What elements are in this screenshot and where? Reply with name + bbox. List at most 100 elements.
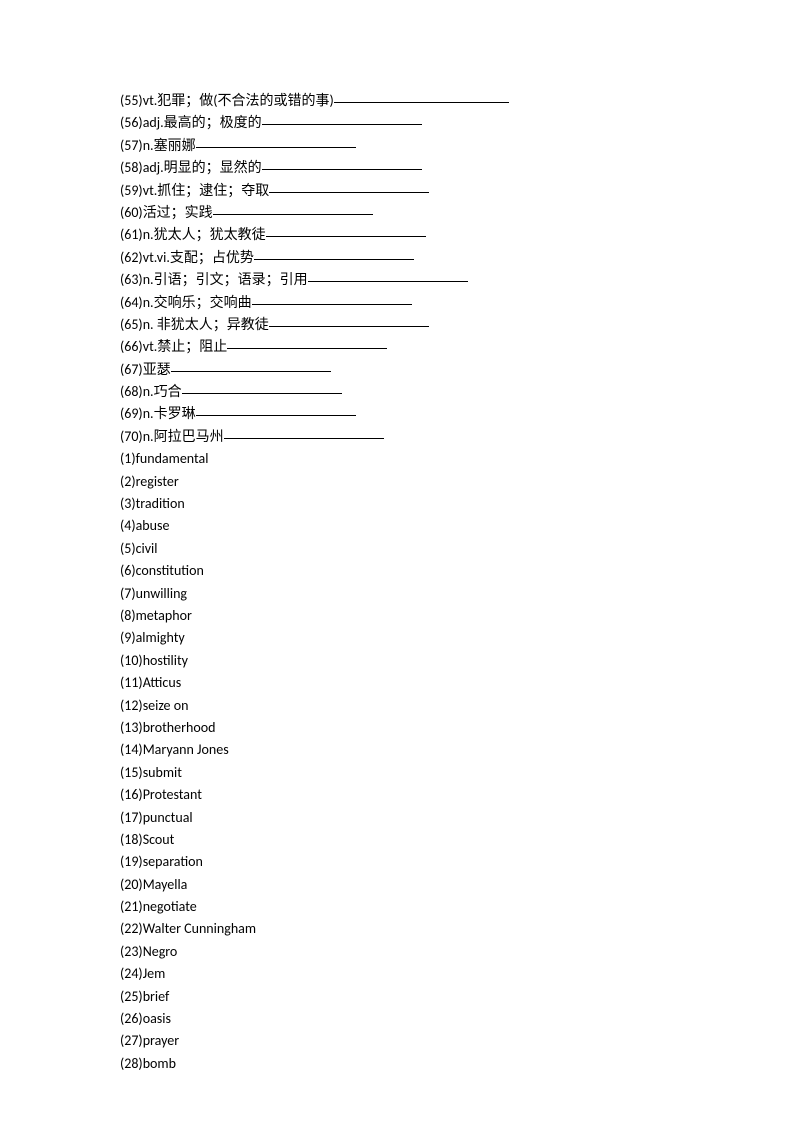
item-number: (59) [120,182,143,199]
answer-item: (12)seize on [120,695,794,717]
item-number: (9) [120,629,136,646]
blank-line [196,401,356,416]
item-text: 活过；实践 [143,204,213,221]
answer-text: bomb [143,1055,176,1072]
fill-item: (65)n. 非犹太人；异教徒 [120,314,794,336]
answer-item: (11)Atticus [120,672,794,694]
blank-line [196,133,356,148]
answer-text: fundamental [136,450,209,467]
document-page: (55)vt.犯罪；做(不合法的或错的事)(56)adj.最高的；极度的(57)… [0,0,794,1075]
answer-item: (16)Protestant [120,784,794,806]
item-number: (7) [120,585,136,602]
fill-item: (70)n.阿拉巴马州 [120,426,794,448]
answer-text: oasis [143,1010,171,1027]
answer-text: separation [143,853,203,870]
fill-item: (56)adj.最高的；极度的 [120,112,794,134]
answer-item: (25)brief [120,986,794,1008]
answer-item: (5)civil [120,538,794,560]
blank-line [227,334,387,349]
blank-line [262,155,422,170]
answer-text: civil [136,540,158,557]
answer-text: brief [143,988,170,1005]
item-number: (14) [120,741,143,758]
fill-item: (55)vt.犯罪；做(不合法的或错的事) [120,90,794,112]
answer-item: (17)punctual [120,807,794,829]
answer-item: (19)separation [120,851,794,873]
item-text: n.交响乐；交响曲 [143,294,252,311]
item-text: n.阿拉巴马州 [143,428,224,445]
fill-item: (59)vt.抓住；逮住；夺取 [120,180,794,202]
answer-item: (22)Walter Cunningham [120,918,794,940]
answer-item: (10)hostility [120,650,794,672]
answer-text: Scout [143,831,175,848]
item-number: (69) [120,405,143,422]
item-number: (19) [120,853,143,870]
answer-item: (23)Negro [120,941,794,963]
blank-line [269,178,429,193]
answer-item: (4)abuse [120,515,794,537]
fill-item: (68)n.巧合 [120,381,794,403]
answer-text: tradition [136,495,185,512]
answer-text: punctual [143,809,193,826]
answer-item: (1)fundamental [120,448,794,470]
answer-item: (27)prayer [120,1030,794,1052]
answer-text: Atticus [143,674,181,691]
item-number: (16) [120,786,143,803]
item-number: (3) [120,495,136,512]
item-number: (61) [120,226,143,243]
answer-text: abuse [136,517,170,534]
answer-text: unwilling [136,585,187,602]
item-text: 亚瑟 [143,361,171,378]
item-number: (20) [120,876,143,893]
item-number: (65) [120,316,143,333]
blank-line [262,110,422,125]
blank-line [334,88,509,103]
answer-text: hostility [143,652,188,669]
item-number: (55) [120,92,143,109]
answer-text: metaphor [136,607,192,624]
item-number: (12) [120,697,143,714]
answer-text: negotiate [143,898,197,915]
fill-item: (61)n.犹太人；犹太教徒 [120,224,794,246]
answer-text: almighty [136,629,185,646]
answer-text: Protestant [143,786,202,803]
answer-text: brotherhood [143,719,216,736]
item-number: (56) [120,114,143,131]
item-number: (4) [120,517,136,534]
item-text: n. 非犹太人；异教徒 [143,316,269,333]
item-text: n.犹太人；犹太教徒 [143,226,266,243]
blank-line [252,290,412,305]
fill-item: (67)亚瑟 [120,359,794,381]
item-number: (18) [120,831,143,848]
item-number: (15) [120,764,143,781]
answer-text: seize on [143,697,189,714]
blank-line [171,357,331,372]
answer-list: (1)fundamental(2)register(3)tradition(4)… [120,448,794,1075]
item-number: (8) [120,607,136,624]
item-number: (70) [120,428,143,445]
item-number: (27) [120,1032,143,1049]
item-text: adj.明显的；显然的 [143,159,262,176]
item-text: vt.犯罪；做(不合法的或错的事) [143,92,334,109]
item-text: vt.禁止；阻止 [143,338,228,355]
answer-item: (20)Mayella [120,874,794,896]
item-text: vt.抓住；逮住；夺取 [143,182,270,199]
item-number: (11) [120,674,143,691]
fill-item: (60)活过；实践 [120,202,794,224]
answer-text: Jem [143,965,166,982]
blank-line [266,222,426,237]
blank-line [269,312,429,327]
fill-in-blank-list: (55)vt.犯罪；做(不合法的或错的事)(56)adj.最高的；极度的(57)… [120,90,794,448]
fill-item: (58)adj.明显的；显然的 [120,157,794,179]
item-number: (63) [120,271,143,288]
answer-item: (6)constitution [120,560,794,582]
item-number: (62) [120,249,143,266]
item-number: (64) [120,294,143,311]
item-number: (17) [120,809,143,826]
fill-item: (66)vt.禁止；阻止 [120,336,794,358]
answer-item: (21)negotiate [120,896,794,918]
fill-item: (64)n.交响乐；交响曲 [120,292,794,314]
item-number: (24) [120,965,143,982]
item-number: (5) [120,540,136,557]
item-number: (22) [120,920,143,937]
